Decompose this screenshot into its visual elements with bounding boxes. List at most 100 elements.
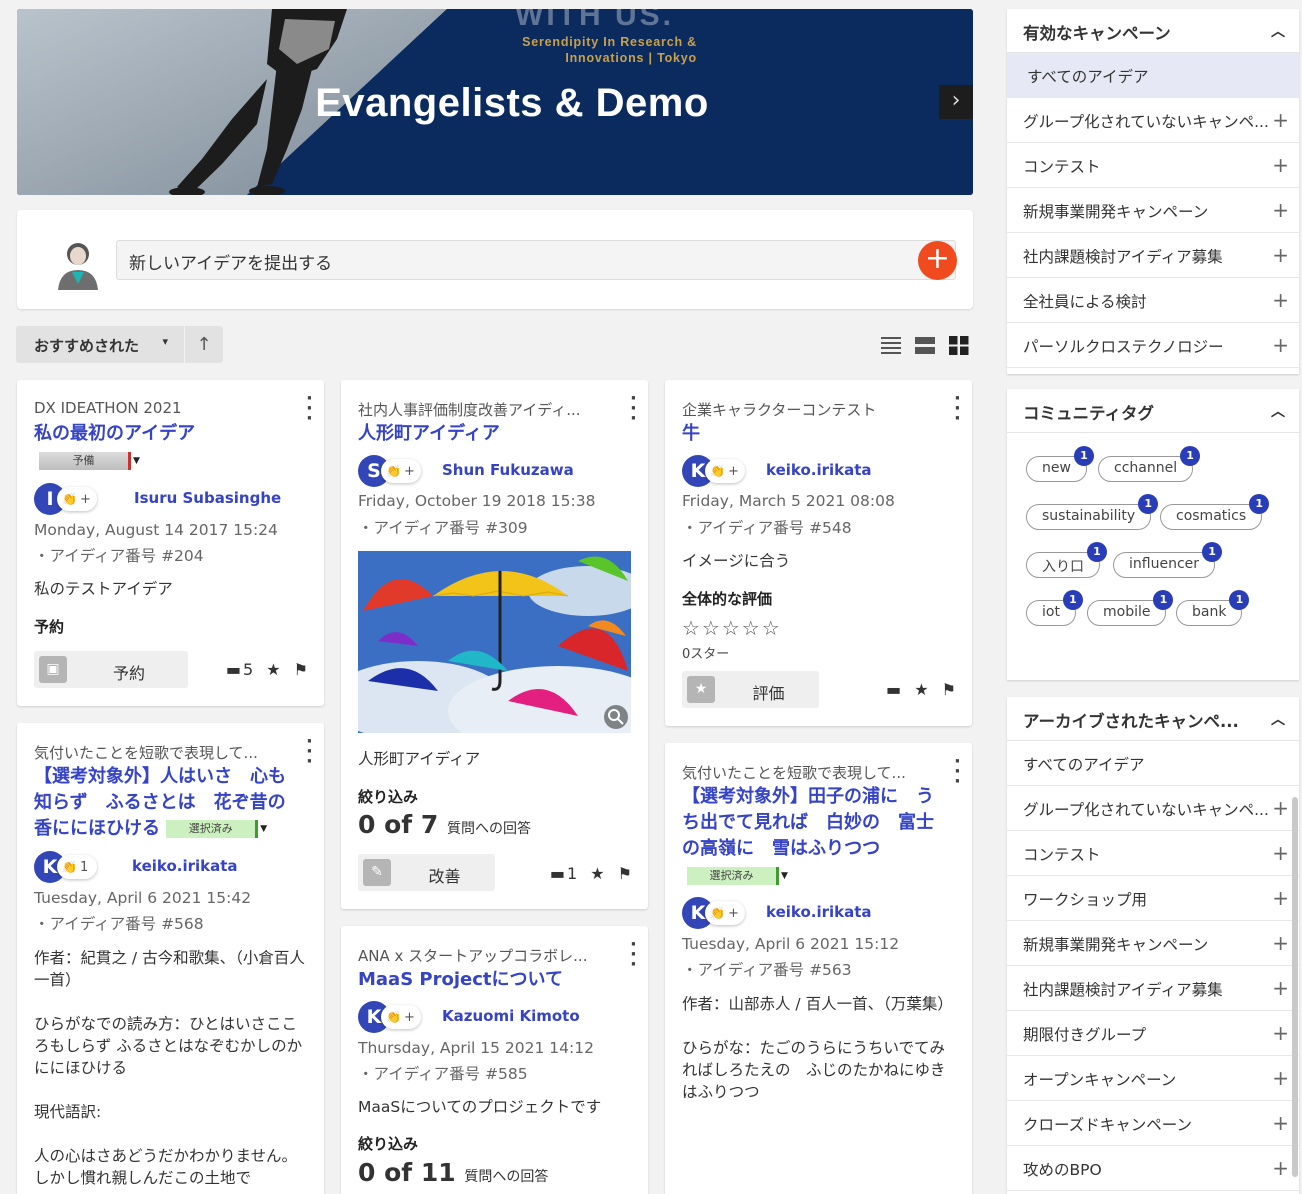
plus-icon[interactable]: + — [1272, 796, 1289, 820]
plus-icon[interactable]: + — [1272, 198, 1289, 222]
clap-reaction-button[interactable]: 👏 + — [381, 459, 421, 483]
more-options-icon[interactable]: · · · — [306, 390, 313, 428]
status-tag[interactable]: 選択済み — [166, 820, 259, 838]
panel-header[interactable]: コミュニティタグ ︿ — [1007, 389, 1299, 433]
campaign-item[interactable]: 新規事業開発キャンペーン + — [1007, 921, 1299, 966]
reserve-button[interactable]: ▣ 予約 — [34, 651, 188, 688]
community-tag[interactable]: sustainability 1 — [1026, 494, 1159, 530]
campaign-item[interactable]: 全社員による検討 + — [1007, 278, 1299, 323]
campaign-item[interactable]: グループ化されていないキャンペ... + — [1007, 786, 1299, 831]
idea-card[interactable]: DX IDEATHON 2021 · · · 私の最初のアイデア 予備 ▼ I 👏 + … — [17, 380, 324, 706]
plus-icon[interactable]: + — [1272, 886, 1289, 910]
campaign-item[interactable]: パーソルクロステクノロジー + — [1007, 323, 1299, 368]
chevron-up-icon[interactable]: ︿ — [1271, 401, 1285, 421]
more-options-icon[interactable]: · · · — [306, 733, 313, 771]
card-title[interactable]: 【選考対象外】人はいさ 心も 知らず ふるさとは 花ぞ昔の 香ににほひける 選択… — [34, 764, 304, 842]
plus-icon[interactable]: + — [1272, 108, 1289, 132]
campaign-item[interactable]: 新規事業開発キャンペーン + — [1007, 188, 1299, 233]
author-name[interactable]: Kazuomi Kimoto — [442, 1007, 580, 1025]
add-idea-button[interactable]: + — [918, 241, 957, 280]
card-title[interactable]: 私の最初のアイデア — [34, 421, 195, 447]
campaign-item[interactable]: 期限付きグループ + — [1007, 1011, 1299, 1056]
clap-reaction-button[interactable]: 👏 + — [705, 901, 745, 925]
chevron-up-icon[interactable]: ︿ — [1271, 709, 1285, 729]
comment-icon[interactable]: ▬ — [886, 680, 901, 699]
plus-icon[interactable]: + — [1272, 1111, 1289, 1135]
community-tag[interactable]: iot 1 — [1026, 590, 1083, 626]
grid-view-icon[interactable] — [948, 334, 970, 356]
clap-reaction-button[interactable]: 👏 + — [705, 459, 745, 483]
idea-card[interactable]: 気付いたことを短歌で表現して... · · · 【選考対象外】人はいさ 心も 知らず… — [17, 723, 324, 1194]
plus-icon[interactable]: + — [1272, 153, 1289, 177]
author-name[interactable]: Shun Fukuzawa — [442, 461, 574, 479]
community-tag[interactable]: bank 1 — [1176, 590, 1250, 626]
star-icon[interactable]: ★ — [266, 660, 280, 679]
star-icon[interactable]: ★ — [914, 680, 928, 699]
star-icon[interactable]: ★ — [590, 864, 604, 883]
plus-icon[interactable]: + — [1272, 243, 1289, 267]
campaign-item[interactable]: コンテスト + — [1007, 143, 1299, 188]
clap-reaction-button[interactable]: 👏 + — [381, 1005, 421, 1029]
status-tag[interactable]: 予備 ▼ — [39, 450, 140, 470]
comment-icon[interactable]: ▬ — [226, 660, 241, 679]
status-tag[interactable]: 選択済み ▼ — [687, 865, 788, 885]
author-name[interactable]: keiko.irikata — [766, 903, 872, 921]
community-tag[interactable]: cchannel 1 — [1098, 446, 1201, 482]
star-rating[interactable]: ☆☆☆☆☆ — [682, 616, 782, 640]
campaign-item[interactable]: ワークショップ用 + — [1007, 876, 1299, 921]
flag-icon[interactable]: ⚑ — [294, 660, 308, 679]
panel-header[interactable]: アーカイブされたキャンペ... ︿ — [1007, 697, 1299, 741]
chevron-up-icon[interactable]: ︿ — [1271, 21, 1285, 41]
banner-next-button[interactable]: › — [939, 85, 973, 119]
sort-direction-button[interactable]: ↑ — [185, 326, 223, 363]
idea-card[interactable]: 社内人事評価制度改善アイディ... · · · 人形町アイディア S 👏 + Shun… — [341, 380, 648, 909]
plus-icon[interactable]: + — [1272, 931, 1289, 955]
plus-icon[interactable]: + — [1272, 1156, 1289, 1180]
rate-button[interactable]: ★ 評価 — [682, 671, 819, 708]
sidebar-scrollbar[interactable] — [1292, 797, 1298, 1177]
campaign-item[interactable]: コンテスト + — [1007, 831, 1299, 876]
comment-icon[interactable]: ▬ — [550, 864, 565, 883]
improve-button[interactable]: ✎ 改善 — [358, 854, 495, 891]
flag-icon[interactable]: ⚑ — [942, 680, 956, 699]
author-name[interactable]: Isuru Subasinghe — [134, 489, 281, 507]
author-name[interactable]: keiko.irikata — [766, 461, 872, 479]
plus-icon[interactable]: + — [1272, 976, 1289, 1000]
more-options-icon[interactable]: · · · — [630, 936, 637, 974]
campaign-item[interactable]: グループ化されていないキャンペ... + — [1007, 98, 1299, 143]
campaign-item[interactable]: クローズドキャンペーン + — [1007, 1101, 1299, 1146]
clap-reaction-button[interactable]: 👏 1 — [57, 855, 97, 879]
campaign-item[interactable]: 社内課題検討アイディア募集 + — [1007, 966, 1299, 1011]
community-tag[interactable]: new 1 — [1026, 446, 1094, 482]
campaign-item[interactable]: オープンキャンペーン + — [1007, 1056, 1299, 1101]
more-options-icon[interactable]: · · · — [954, 753, 961, 791]
flag-icon[interactable]: ⚑ — [618, 864, 632, 883]
campaign-item[interactable]: 社内課題検討アイディア募集 + — [1007, 233, 1299, 278]
more-options-icon[interactable]: · · · — [630, 390, 637, 428]
card-title[interactable]: MaaS Projectについて — [358, 967, 563, 993]
plus-icon[interactable]: + — [1272, 333, 1289, 357]
plus-icon[interactable]: + — [1272, 288, 1289, 312]
author-name[interactable]: keiko.irikata — [132, 857, 238, 875]
sort-dropdown[interactable]: おすすめされた ▾ — [16, 326, 184, 363]
clap-reaction-button[interactable]: 👏 + — [57, 487, 97, 511]
plus-icon[interactable]: + — [1272, 1066, 1289, 1090]
community-tag[interactable]: mobile 1 — [1087, 590, 1174, 626]
community-tag[interactable]: 入り口 1 — [1026, 542, 1107, 578]
idea-image[interactable] — [358, 551, 631, 733]
compact-view-icon[interactable] — [914, 334, 936, 356]
card-title[interactable]: 人形町アイディア — [358, 421, 500, 447]
campaign-item-all-ideas[interactable]: すべてのアイデア — [1007, 741, 1299, 786]
list-view-icon[interactable] — [880, 334, 902, 356]
plus-icon[interactable]: + — [1272, 841, 1289, 865]
card-title[interactable]: 【選考対象外】田子の浦に う ち出でて見れば 白妙の 富士 の高嶺に 雪はふりつ… — [682, 784, 952, 862]
campaign-item-all-ideas[interactable]: すべてのアイデア — [1007, 53, 1299, 98]
idea-card[interactable]: 企業キャラクターコンテスト · · · 牛 K 👏 + keiko.irikata F… — [665, 380, 972, 726]
panel-header[interactable]: 有効なキャンペーン ︿ — [1007, 9, 1299, 53]
plus-icon[interactable]: + — [1272, 1021, 1289, 1045]
campaign-banner[interactable]: WITH US. Serendipity In Research & Innov… — [17, 9, 973, 195]
card-title[interactable]: 牛 — [682, 421, 700, 447]
more-options-icon[interactable]: · · · — [954, 390, 961, 428]
community-tag[interactable]: influencer 1 — [1113, 542, 1223, 578]
campaign-item[interactable]: 攻めのBPO + — [1007, 1146, 1299, 1191]
